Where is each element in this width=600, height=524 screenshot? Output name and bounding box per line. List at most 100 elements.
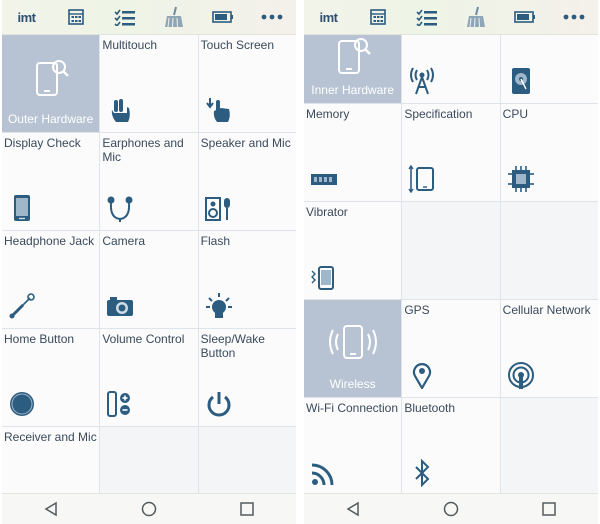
back-button[interactable]: [338, 494, 368, 524]
tile-storage[interactable]: [500, 35, 598, 103]
more-button[interactable]: [549, 0, 598, 34]
tile-cpu[interactable]: CPU: [500, 104, 598, 201]
system-navbar: [2, 493, 296, 524]
more-button[interactable]: [247, 0, 296, 34]
tile-sleep-wake-button[interactable]: Sleep/Wake Button: [198, 329, 296, 426]
tile-antenna[interactable]: [402, 35, 500, 103]
checklist-button[interactable]: [402, 0, 451, 34]
tile-flash[interactable]: Flash: [198, 231, 296, 328]
earphones-icon: [107, 196, 133, 222]
cpu-icon: [507, 166, 534, 192]
inner-hardware-panel: imt Inner Hardware Memory Specification …: [304, 0, 598, 524]
checklist-button[interactable]: [100, 0, 149, 34]
tile-headphone-jack[interactable]: Headphone Jack: [2, 231, 100, 328]
tile-gps[interactable]: GPS: [402, 300, 500, 397]
tile-home-button[interactable]: Home Button: [2, 329, 100, 426]
inner-hardware-grid: Inner Hardware Memory Specification CPU …: [304, 35, 598, 494]
calculator-icon: [369, 9, 386, 25]
phone-dimensions-icon: [408, 165, 435, 193]
system-navbar: [304, 493, 598, 524]
recents-button[interactable]: [534, 494, 564, 524]
tile-label: Headphone Jack: [4, 234, 95, 248]
cleaner-button[interactable]: [149, 0, 198, 34]
tile-label: CPU: [502, 107, 528, 121]
tile-receiver-and-mic[interactable]: Receiver and Mic: [2, 427, 100, 494]
checklist-icon: [415, 9, 437, 26]
home-circle-icon: [10, 392, 34, 416]
tile-label: Vibrator: [306, 205, 348, 219]
tile-specification[interactable]: Specification: [402, 104, 500, 201]
phone-search-icon: [35, 60, 69, 96]
battery-icon: [211, 11, 233, 23]
tile-wireless[interactable]: Wireless: [304, 300, 402, 397]
tile-label: Camera: [102, 234, 146, 248]
tile-label: Earphones and Mic: [102, 136, 184, 164]
top-toolbar: imt: [2, 0, 296, 35]
vibrate-icon: [311, 266, 334, 290]
cleaner-button[interactable]: [451, 0, 500, 34]
tile-label: Home Button: [4, 332, 75, 346]
empty-tile: [198, 427, 296, 494]
tile-multitouch[interactable]: Multitouch: [100, 35, 198, 132]
tile-earphones-and-mic[interactable]: Earphones and Mic: [100, 133, 198, 230]
battery-button[interactable]: [198, 0, 247, 34]
battery-icon: [513, 11, 535, 23]
tile-label: Receiver and Mic: [4, 430, 97, 444]
tile-label: Multitouch: [102, 38, 158, 52]
tile-label: Cellular Network: [502, 303, 591, 317]
home-icon: [141, 501, 157, 517]
two-finger-touch-icon: [112, 99, 131, 122]
checklist-icon: [113, 9, 135, 26]
tile-volume-control[interactable]: Volume Control: [100, 329, 198, 426]
tile-cellular-network[interactable]: Cellular Network: [500, 300, 598, 397]
tile-label: Touch Screen: [200, 38, 275, 52]
home-nav-button[interactable]: [436, 494, 466, 524]
tile-label: GPS: [404, 303, 430, 317]
tile-label: Speaker and Mic: [200, 136, 291, 150]
home-icon: [443, 501, 459, 517]
tile-touch-screen[interactable]: Touch Screen: [198, 35, 296, 132]
tile-label: Wireless: [329, 377, 376, 391]
top-toolbar: imt: [304, 0, 598, 35]
imt-logo[interactable]: imt: [304, 0, 353, 34]
broom-icon: [466, 6, 485, 28]
cellular-signal-icon: [507, 362, 534, 389]
tile-bluetooth[interactable]: Bluetooth: [402, 398, 500, 494]
tile-speaker-and-mic[interactable]: Speaker and Mic: [198, 133, 296, 230]
tile-display-check[interactable]: Display Check: [2, 133, 100, 230]
tile-label: Flash: [200, 234, 230, 248]
logo-text: imt: [319, 9, 339, 25]
more-icon: [563, 14, 584, 20]
tile-label: Volume Control: [102, 332, 185, 346]
empty-tile: [402, 202, 500, 299]
recents-button[interactable]: [232, 494, 262, 524]
tile-label: Memory: [306, 107, 350, 121]
tile-outer-hardware[interactable]: Outer Hardware: [2, 35, 100, 132]
tile-label: Sleep/Wake Button: [200, 332, 265, 360]
phone-search-icon: [337, 38, 371, 74]
finger-touch-icon: [205, 98, 230, 122]
location-pin-icon: [413, 363, 432, 389]
recents-icon: [542, 502, 556, 516]
calculator-button[interactable]: [51, 0, 100, 34]
tile-label: Outer Hardware: [7, 112, 94, 126]
bluetooth-icon: [415, 459, 430, 487]
tile-camera[interactable]: Camera: [100, 231, 198, 328]
camera-icon: [107, 297, 134, 316]
calculator-icon: [67, 9, 84, 25]
volume-control-icon: [107, 391, 131, 417]
empty-tile: [100, 427, 198, 494]
tile-vibrator[interactable]: Vibrator: [304, 202, 402, 299]
calculator-button[interactable]: [353, 0, 402, 34]
tile-inner-hardware[interactable]: Inner Hardware: [304, 35, 402, 103]
outer-hardware-grid: Outer Hardware Multitouch Touch Screen D…: [2, 35, 296, 494]
more-icon: [261, 14, 282, 20]
imt-logo[interactable]: imt: [2, 0, 51, 34]
tile-wifi-connection[interactable]: Wi-Fi Connection: [304, 398, 402, 494]
back-button[interactable]: [36, 494, 66, 524]
home-nav-button[interactable]: [134, 494, 164, 524]
empty-tile: [500, 398, 598, 494]
battery-button[interactable]: [500, 0, 549, 34]
tile-memory[interactable]: Memory: [304, 104, 402, 201]
back-icon: [44, 501, 57, 517]
